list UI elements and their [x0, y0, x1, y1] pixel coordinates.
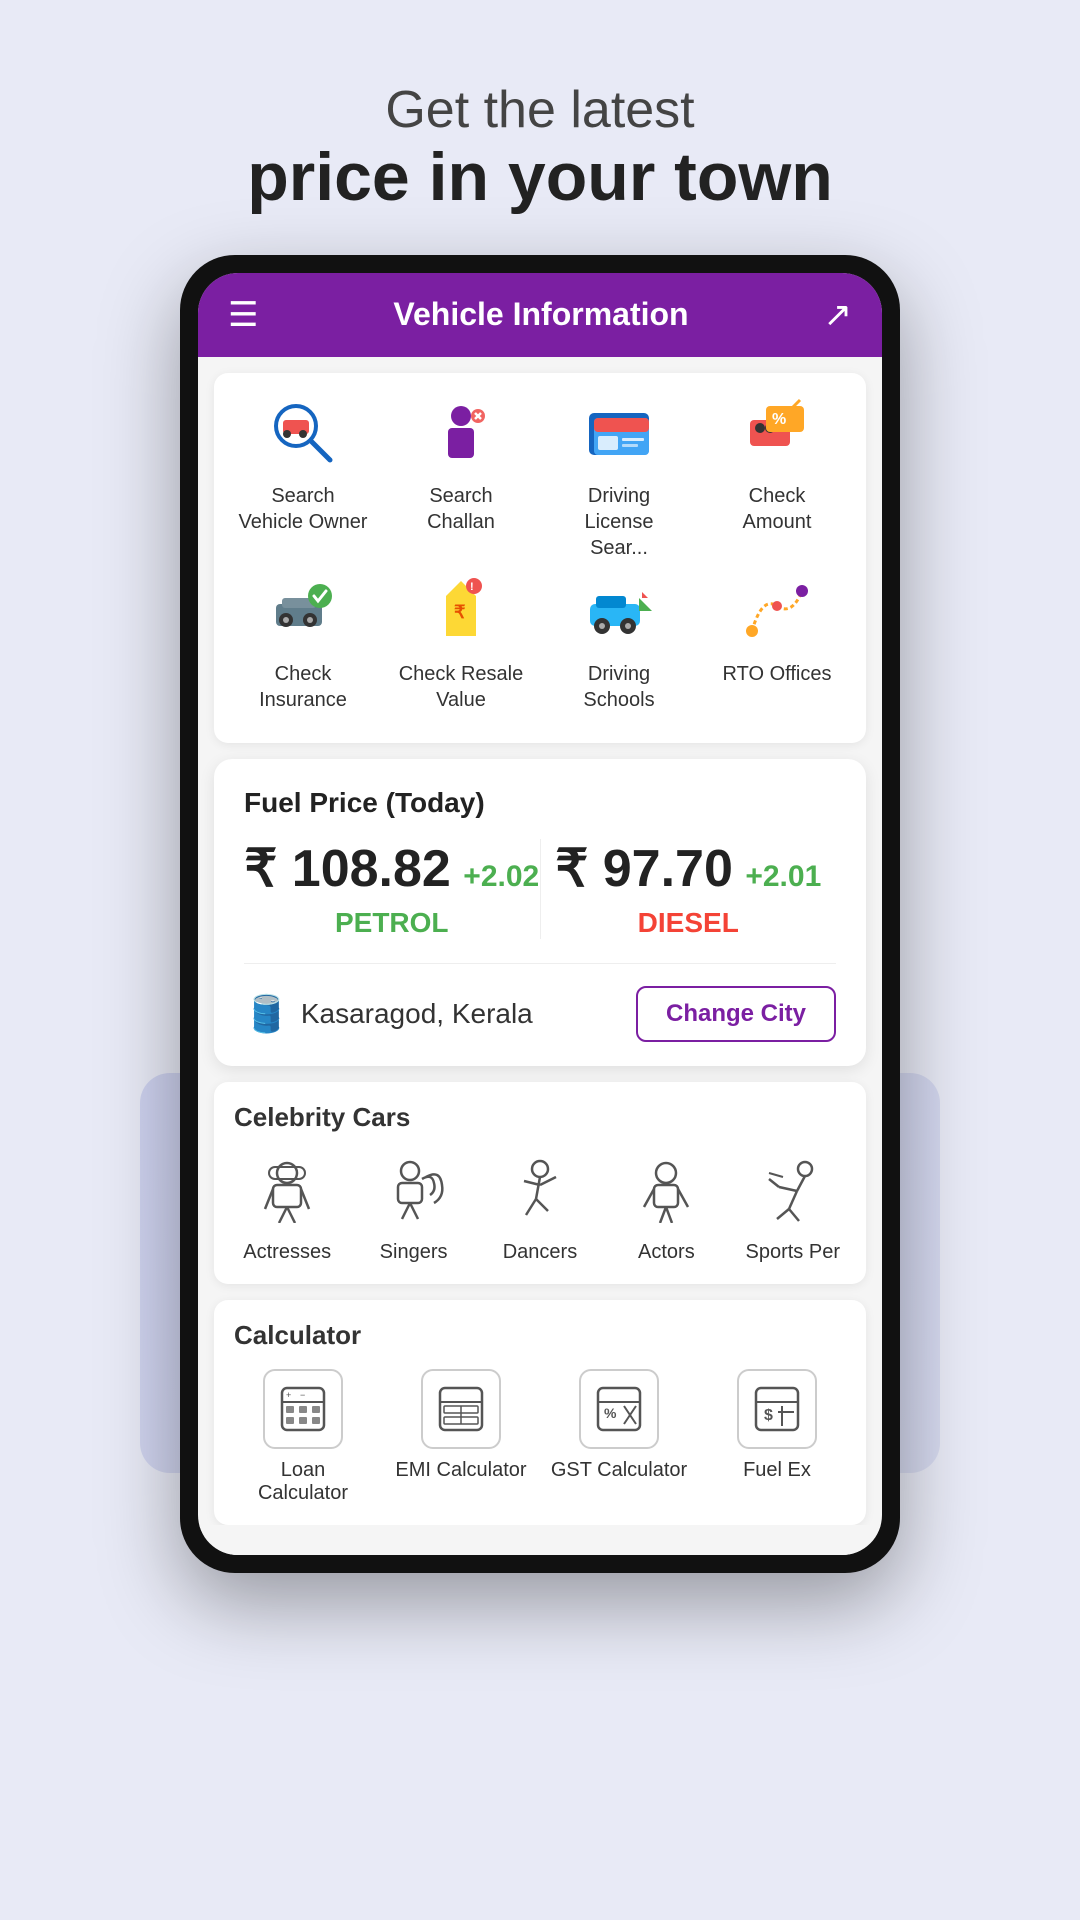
loan-calc-icon: + −: [263, 1369, 343, 1449]
dancers-label: Dancers: [503, 1241, 577, 1264]
svg-text:%: %: [772, 411, 786, 428]
phone-screen: ☰ Vehicle Information ↗: [198, 273, 882, 1555]
grid-label-driving-license: Driving License Sear...: [554, 483, 684, 561]
calc-emi[interactable]: EMI Calculator: [391, 1369, 531, 1505]
fuel-card: Fuel Price (Today) ₹ 108.82 +2.02 PETROL…: [214, 759, 866, 1066]
header-title: price in your town: [247, 140, 833, 215]
location-text: Kasaragod, Kerala: [301, 998, 533, 1030]
fuel-location: 🛢️ Kasaragod, Kerala Change City: [244, 986, 836, 1042]
diesel-price-row: ₹ 97.70 +2.01: [541, 839, 837, 899]
emi-calc-icon: [421, 1369, 501, 1449]
check-insurance-icon: [263, 571, 343, 651]
vehicle-grid-card: Search Vehicle Owner: [214, 373, 866, 743]
celebrity-actors[interactable]: Actors: [611, 1151, 721, 1264]
celebrity-cars-title: Celebrity Cars: [224, 1102, 856, 1133]
celebrity-sports[interactable]: Sports Per: [738, 1151, 848, 1264]
petrol-price: ₹ 108.82: [244, 840, 451, 898]
app-bar: ☰ Vehicle Information ↗: [198, 273, 882, 357]
grid-item-driving-license[interactable]: Driving License Sear...: [554, 393, 684, 561]
petrol-change: +2.02: [463, 860, 539, 893]
sports-icon: [753, 1151, 833, 1231]
vehicle-grid-row1: Search Vehicle Owner: [224, 393, 856, 561]
dancers-icon: [500, 1151, 580, 1231]
celebrity-actresses[interactable]: Actresses: [232, 1151, 342, 1264]
grid-item-check-insurance[interactable]: Check Insurance: [238, 571, 368, 713]
search-vehicle-icon: [263, 393, 343, 473]
grid-label-driving-schools: Driving Schools: [554, 661, 684, 713]
fuel-calc-label: Fuel Ex: [743, 1459, 811, 1482]
svg-text:%: %: [604, 1405, 617, 1421]
grid-label-check-resale: Check Resale Value: [396, 661, 526, 713]
app-bar-title: Vehicle Information: [393, 296, 688, 333]
actresses-label: Actresses: [243, 1241, 331, 1264]
phone-bottom: [198, 1525, 882, 1555]
phone-wrapper: ☰ Vehicle Information ↗: [180, 255, 900, 1573]
singers-icon: [374, 1151, 454, 1231]
singers-label: Singers: [380, 1241, 448, 1264]
screen-inner: ☰ Vehicle Information ↗: [198, 273, 882, 1555]
header-subtitle: Get the latest: [247, 80, 833, 140]
actors-icon: [626, 1151, 706, 1231]
check-resale-icon: ₹ !: [421, 571, 501, 651]
grid-item-check-resale[interactable]: ₹ ! Check Resale Value: [396, 571, 526, 713]
petrol-col: ₹ 108.82 +2.02 PETROL: [244, 839, 541, 939]
rto-offices-icon: [737, 571, 817, 651]
sports-label: Sports Per: [746, 1241, 840, 1264]
grid-label-check-amount: Check Amount: [712, 483, 842, 535]
grid-label-rto-offices: RTO Offices: [723, 661, 832, 687]
svg-text:!: !: [470, 581, 474, 593]
svg-text:₹: ₹: [454, 602, 466, 622]
calculator-section: Calculator + −: [214, 1300, 866, 1525]
gst-calc-label: GST Calculator: [551, 1459, 687, 1482]
grid-item-rto-offices[interactable]: RTO Offices: [712, 571, 842, 713]
grid-label-check-insurance: Check Insurance: [238, 661, 368, 713]
change-city-button[interactable]: Change City: [636, 986, 836, 1042]
calculator-title: Calculator: [224, 1320, 856, 1351]
phone-frame: ☰ Vehicle Information ↗: [180, 255, 900, 1573]
driving-schools-icon: [579, 571, 659, 651]
celebrity-dancers[interactable]: Dancers: [485, 1151, 595, 1264]
celebrity-singers[interactable]: Singers: [359, 1151, 469, 1264]
fuel-pump-icon: 🛢️: [244, 993, 289, 1035]
hamburger-icon[interactable]: ☰: [228, 295, 258, 335]
fuel-calc-icon: $: [737, 1369, 817, 1449]
calc-fuel[interactable]: $ Fuel Ex: [707, 1369, 847, 1505]
gst-calc-icon: %: [579, 1369, 659, 1449]
grid-item-check-amount[interactable]: % Check Amount: [712, 393, 842, 561]
actors-label: Actors: [638, 1241, 695, 1264]
svg-text:+: +: [286, 1390, 291, 1400]
actresses-icon: [247, 1151, 327, 1231]
diesel-price: ₹ 97.70: [555, 840, 733, 898]
loan-calc-label: Loan Calculator: [233, 1459, 373, 1505]
calc-loan[interactable]: + − Loan Calculator: [233, 1369, 373, 1505]
grid-label-search-vehicle: Search Vehicle Owner: [238, 483, 368, 535]
grid-label-search-challan: Search Challan: [396, 483, 526, 535]
location-left: 🛢️ Kasaragod, Kerala: [244, 993, 533, 1035]
emi-calc-label: EMI Calculator: [395, 1459, 526, 1482]
calc-gst[interactable]: % GST Calculator: [549, 1369, 689, 1505]
calc-row: + − Loan Calculator: [224, 1369, 856, 1505]
diesel-col: ₹ 97.70 +2.01 DIESEL: [541, 839, 837, 939]
celebrity-cars-section: Celebrity Cars: [214, 1082, 866, 1284]
svg-text:$: $: [764, 1407, 773, 1424]
grid-item-driving-schools[interactable]: Driving Schools: [554, 571, 684, 713]
grid-item-search-vehicle[interactable]: Search Vehicle Owner: [238, 393, 368, 561]
check-amount-icon: %: [737, 393, 817, 473]
driving-license-icon: [579, 393, 659, 473]
fuel-card-title: Fuel Price (Today): [244, 787, 836, 819]
vehicle-grid-row2: Check Insurance ₹ !: [224, 571, 856, 713]
petrol-label: PETROL: [244, 907, 540, 939]
svg-text:−: −: [300, 1390, 305, 1400]
diesel-label: DIESEL: [541, 907, 837, 939]
share-icon[interactable]: ↗: [824, 295, 853, 335]
header-section: Get the latest price in your town: [187, 80, 893, 215]
search-challan-icon: [421, 393, 501, 473]
grid-item-search-challan[interactable]: Search Challan: [396, 393, 526, 561]
fuel-prices: ₹ 108.82 +2.02 PETROL ₹ 97.70 +2.01 DIES…: [244, 839, 836, 964]
celebrity-row: Actresses: [224, 1151, 856, 1264]
diesel-change: +2.01: [745, 860, 821, 893]
petrol-price-row: ₹ 108.82 +2.02: [244, 839, 540, 899]
